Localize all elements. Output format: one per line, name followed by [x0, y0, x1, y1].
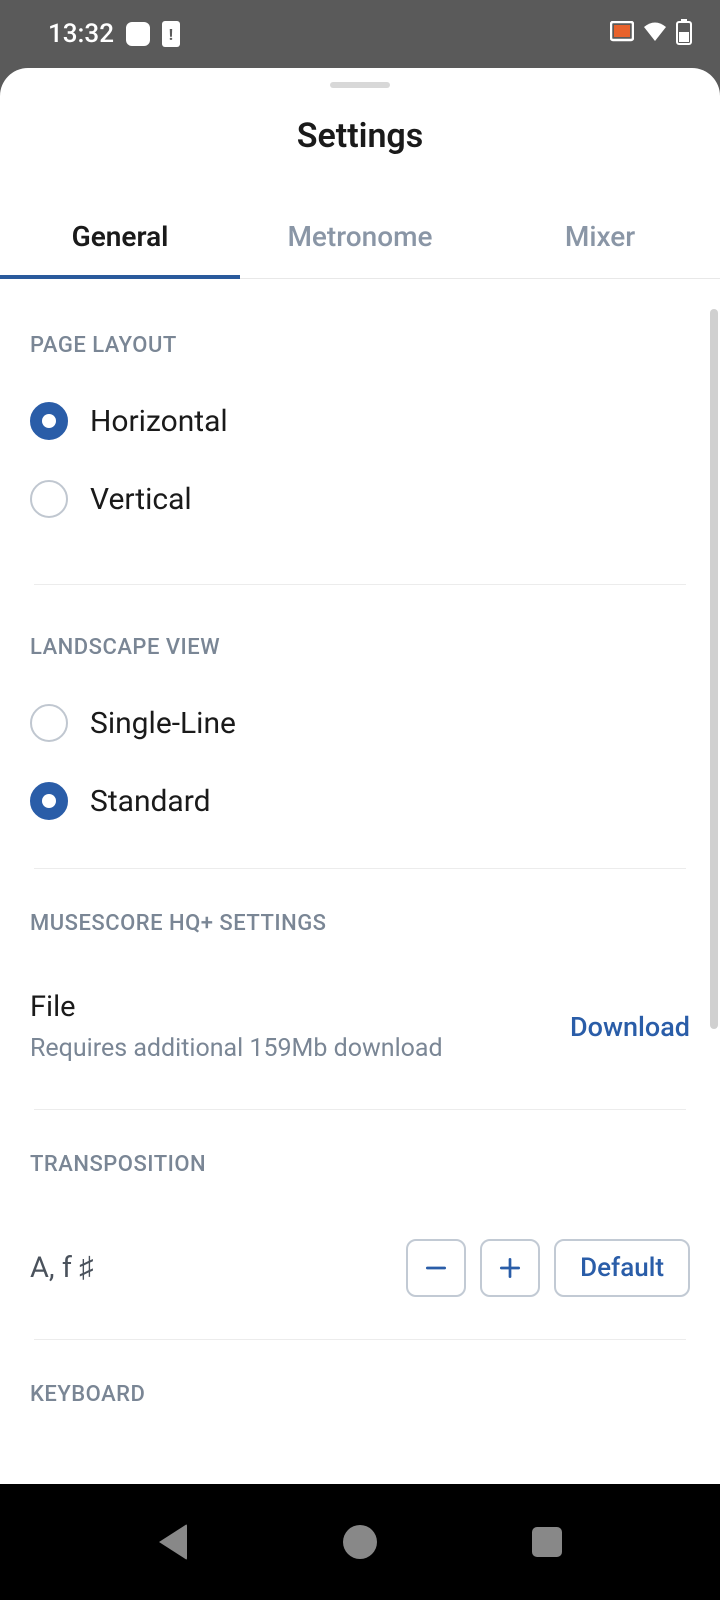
radio-icon — [30, 704, 68, 742]
section-transposition-header: TRANSPOSITION — [30, 1110, 690, 1201]
transpose-plus-button[interactable] — [480, 1239, 540, 1297]
nav-home-button[interactable] — [339, 1521, 381, 1563]
radio-horizontal[interactable]: Horizontal — [30, 382, 690, 460]
section-keyboard-header: KEYBOARD — [30, 1340, 690, 1431]
status-right — [610, 19, 692, 49]
transposition-row: A, f ♯ Default — [30, 1201, 690, 1319]
settings-sheet: Settings General Metronome Mixer PAGE LA… — [0, 68, 720, 1484]
radio-single-line[interactable]: Single-Line — [30, 684, 690, 762]
section-landscape-header: LANDSCAPE VIEW — [30, 585, 690, 684]
transpose-minus-button[interactable] — [406, 1239, 466, 1297]
tabs: General Metronome Mixer — [0, 198, 720, 279]
tab-mixer[interactable]: Mixer — [480, 198, 720, 278]
tab-general[interactable]: General — [0, 198, 240, 279]
nav-back-button[interactable] — [152, 1521, 194, 1563]
section-hq-header: MUSESCORE HQ+ SETTINGS — [30, 869, 690, 960]
cast-icon — [610, 21, 634, 47]
radio-standard[interactable]: Standard — [30, 762, 690, 840]
radio-vertical-label: Vertical — [90, 482, 192, 517]
battery-icon — [676, 19, 692, 49]
tab-metronome[interactable]: Metronome — [240, 198, 480, 278]
settings-content[interactable]: PAGE LAYOUT Horizontal Vertical LANDSCAP… — [0, 279, 720, 1484]
status-time: 13:32 — [48, 19, 114, 49]
radio-icon — [30, 480, 68, 518]
nav-bar — [0, 1484, 720, 1600]
home-icon — [343, 1525, 377, 1559]
page-title: Settings — [0, 88, 720, 198]
scrollbar[interactable] — [710, 309, 718, 1029]
hq-file-sub: Requires additional 159Mb download — [30, 1034, 443, 1063]
radio-icon — [30, 402, 68, 440]
sd-alert-icon: ! — [162, 21, 180, 47]
back-icon — [159, 1524, 187, 1560]
transpose-default-button[interactable]: Default — [554, 1239, 690, 1297]
radio-single-line-label: Single-Line — [90, 706, 236, 741]
transposition-value: A, f ♯ — [30, 1251, 94, 1285]
radio-standard-label: Standard — [90, 784, 211, 819]
wifi-icon — [642, 21, 668, 47]
radio-vertical[interactable]: Vertical — [30, 460, 690, 538]
recent-icon — [532, 1527, 562, 1557]
radio-horizontal-label: Horizontal — [90, 404, 228, 439]
section-page-layout-header: PAGE LAYOUT — [30, 279, 690, 382]
status-indicator-icon — [126, 22, 150, 46]
status-left: 13:32 ! — [48, 19, 180, 49]
hq-file-row: File Requires additional 159Mb download … — [30, 960, 690, 1081]
hq-file-title: File — [30, 990, 443, 1024]
radio-icon — [30, 782, 68, 820]
status-bar: 13:32 ! — [0, 0, 720, 68]
download-button[interactable]: Download — [570, 1011, 690, 1043]
nav-recent-button[interactable] — [526, 1521, 568, 1563]
